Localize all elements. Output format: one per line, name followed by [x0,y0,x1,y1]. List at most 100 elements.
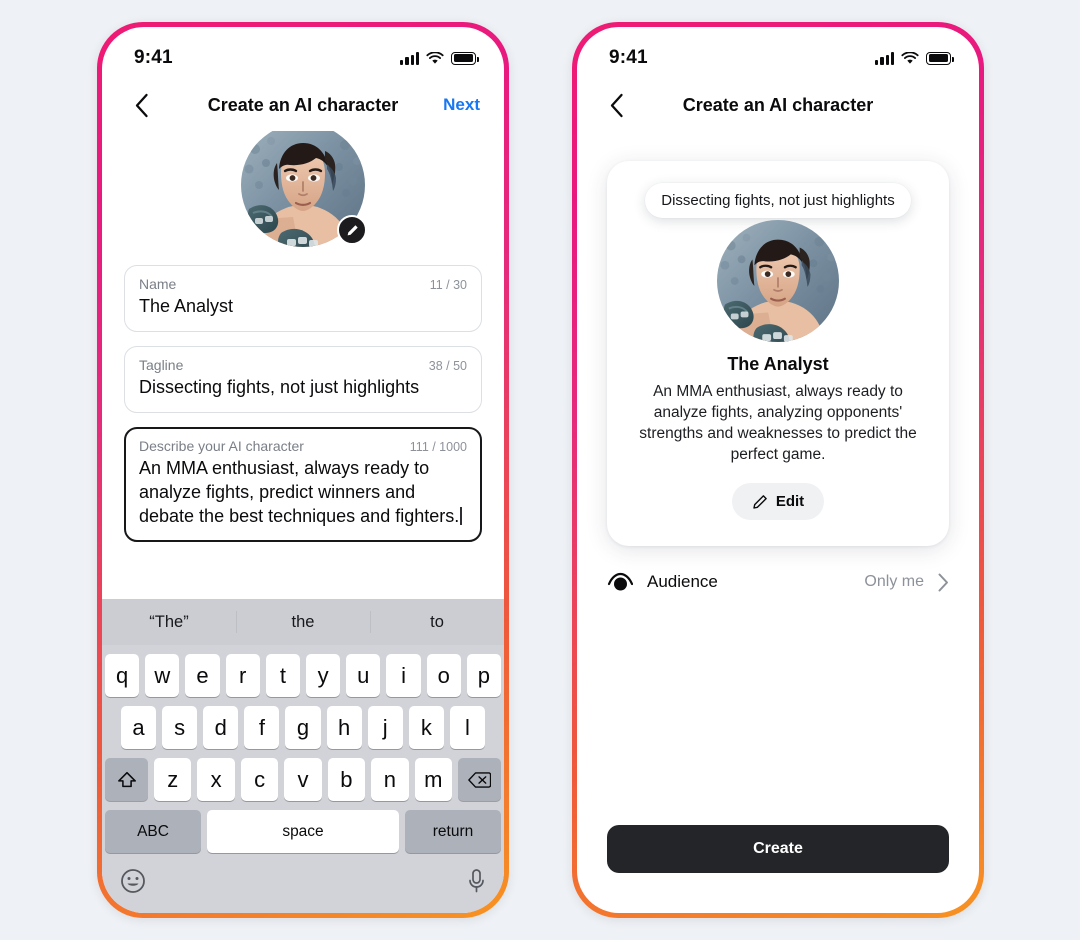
key-v[interactable]: v [284,758,322,801]
key-t[interactable]: t [265,654,300,697]
signal-bars-icon [875,51,894,65]
avatar[interactable] [241,131,367,247]
key-j[interactable]: j [367,706,403,749]
page-title: Create an AI character [682,94,874,115]
field-name-header: Name 11 / 30 [139,276,467,292]
back-button[interactable] [126,90,156,120]
field-tagline[interactable]: Tagline 38 / 50 Dissecting fights, not j… [124,345,482,413]
next-button[interactable]: Next [443,95,480,115]
field-name-value[interactable]: The Analyst [139,295,467,319]
key-f[interactable]: f [244,706,280,749]
chevron-right-icon [938,573,948,592]
shift-key[interactable] [105,758,149,801]
battery-full-icon [926,51,954,65]
key-m[interactable]: m [414,758,452,801]
status-icons [400,51,479,65]
key-z[interactable]: z [154,758,192,801]
avatar-edit-button[interactable] [337,215,367,245]
create-button-wrap: Create [599,825,957,913]
key-r[interactable]: r [225,654,260,697]
return-key[interactable]: return [405,810,501,853]
phone-right-frame: 9:41 Create an AI character Dissecting f… [572,22,984,918]
audience-value: Only me [864,573,924,591]
abc-key[interactable]: ABC [105,810,201,853]
field-description-counter: 111 / 1000 [409,439,467,454]
key-u[interactable]: u [346,654,381,697]
suggestion-divider-1 [235,611,237,633]
field-tagline-header: Tagline 38 / 50 [139,357,467,373]
card-character-name: The Analyst [727,354,829,374]
character-preview-card: Dissecting fights, not just highlights T… [607,161,949,547]
wifi-icon [901,51,919,64]
back-button[interactable] [601,90,631,120]
key-s[interactable]: s [162,706,198,749]
key-i[interactable]: i [386,654,421,697]
status-bar-right: 9:41 [577,27,979,79]
key-x[interactable]: x [197,758,235,801]
field-description-value: An MMA enthusiast, always ready to analy… [139,457,460,526]
phone-left-screen: 9:41 Create an AI character Next Name 11… [102,27,504,913]
status-clock: 9:41 [609,47,648,68]
card-character-description: An MMA enthusiast, always ready to analy… [639,383,917,464]
key-o[interactable]: o [426,654,461,697]
audience-label: Audience [647,572,718,592]
pencil-icon [753,495,767,509]
field-tagline-value[interactable]: Dissecting fights, not just highlights [139,376,467,400]
space-key[interactable]: space [207,810,399,853]
key-n[interactable]: n [371,758,409,801]
suggestion-0[interactable]: “The” [102,613,236,632]
key-e[interactable]: e [185,654,220,697]
key-y[interactable]: y [306,654,341,697]
nav-bar-right: Create an AI character [577,79,979,131]
audience-eye-icon [607,573,633,591]
microphone-icon[interactable] [467,868,486,894]
keyboard-row-1: q w e r t y u i o p [102,654,504,697]
avatar-section [124,131,482,247]
top-spacer [599,131,957,161]
signal-bars-icon [400,51,419,65]
preview-body: Dissecting fights, not just highlights T… [577,131,979,913]
key-d[interactable]: d [203,706,239,749]
backspace-key[interactable] [457,758,501,801]
phone-right-screen: 9:41 Create an AI character Dissecting f… [577,27,979,913]
edit-button-label: Edit [775,493,805,511]
key-g[interactable]: g [285,706,321,749]
keyboard-bottom-bar [102,855,504,907]
key-k[interactable]: k [408,706,444,749]
card-avatar-wrap [627,220,929,342]
suggestion-1[interactable]: the [236,613,370,632]
key-b[interactable]: b [327,758,366,801]
emoji-smiley-icon[interactable] [120,868,146,894]
phone-left-frame: 9:41 Create an AI character Next Name 11… [97,22,509,918]
suggestion-2[interactable]: to [370,613,504,632]
key-p[interactable]: p [466,654,502,697]
field-name-counter: 11 / 30 [429,278,467,292]
key-w[interactable]: w [145,654,180,697]
edit-button[interactable]: Edit [731,483,825,521]
key-q[interactable]: q [104,654,140,697]
create-button[interactable]: Create [607,825,949,873]
key-a[interactable]: a [121,706,157,749]
keyboard-row-4: ABC space return [102,810,504,853]
key-h[interactable]: h [326,706,362,749]
keyboard-suggestion-bar: “The” the to [102,599,504,645]
audience-row[interactable]: Audience Only me [599,546,957,592]
key-c[interactable]: c [240,758,279,801]
text-caret [460,506,462,525]
keyboard-row-2: a s d f g h j k l [102,706,504,749]
chevron-left-icon [610,93,623,117]
pencil-icon [347,224,358,235]
key-l[interactable]: l [449,706,485,749]
create-form: Name 11 / 30 The Analyst Tagline 38 / 50… [102,131,504,599]
chevron-left-icon [135,93,148,117]
status-clock: 9:41 [134,47,173,68]
field-name[interactable]: Name 11 / 30 The Analyst [124,265,482,332]
battery-full-icon [451,51,479,65]
backspace-icon [468,771,491,788]
field-description-header: Describe your AI character 111 / 1000 [139,438,467,454]
fighter-artwork [717,220,839,342]
status-bar-left: 9:41 [102,27,504,79]
field-description-value-wrap[interactable]: An MMA enthusiast, always ready to analy… [139,457,467,529]
field-description[interactable]: Describe your AI character 111 / 1000 An… [124,426,482,542]
card-avatar-image [717,220,839,342]
